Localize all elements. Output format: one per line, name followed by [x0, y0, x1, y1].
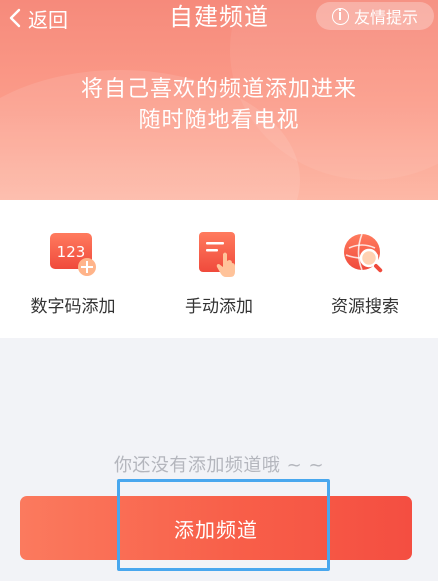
empty-message: 你还没有添加频道哦 ~ ~: [113, 455, 325, 476]
option-label: 资源搜索: [331, 297, 399, 317]
resource-search-option[interactable]: 资源搜索: [292, 230, 438, 330]
option-label: 数字码添加: [30, 297, 116, 317]
number-code-add-option[interactable]: 123 数字码添加: [0, 230, 146, 330]
chevron-left-icon: [9, 8, 21, 28]
add-options-panel: 123 数字码添加 手动添加 资源搜索: [0, 200, 438, 338]
manual-add-icon: [199, 232, 235, 277]
slogan-line: 随时随地看电视: [138, 108, 300, 133]
page: 自建频道 返回 友情提示 将自己喜欢的频道添加进来 随时随地看电视 123 数字…: [0, 0, 438, 581]
back-label: 返回: [28, 7, 68, 32]
resource-search-icon: [344, 233, 383, 273]
tips-label: 友情提示: [353, 8, 418, 27]
slogan: 将自己喜欢的频道添加进来 随时随地看电视: [0, 74, 438, 136]
add-channel-button[interactable]: 添加频道: [20, 496, 412, 560]
manual-add-option[interactable]: 手动添加: [146, 230, 292, 330]
number-code-icon-text: 123: [57, 243, 86, 261]
number-code-icon: 123: [50, 233, 96, 276]
slogan-line: 将自己喜欢的频道添加进来: [80, 77, 357, 102]
tips-button[interactable]: 友情提示: [316, 2, 434, 30]
option-label: 手动添加: [185, 297, 253, 317]
add-channel-label: 添加频道: [174, 517, 258, 542]
back-button[interactable]: 返回: [6, 2, 68, 34]
header-banner: 自建频道 返回 友情提示 将自己喜欢的频道添加进来 随时随地看电视: [0, 0, 438, 200]
info-icon: [331, 7, 349, 25]
